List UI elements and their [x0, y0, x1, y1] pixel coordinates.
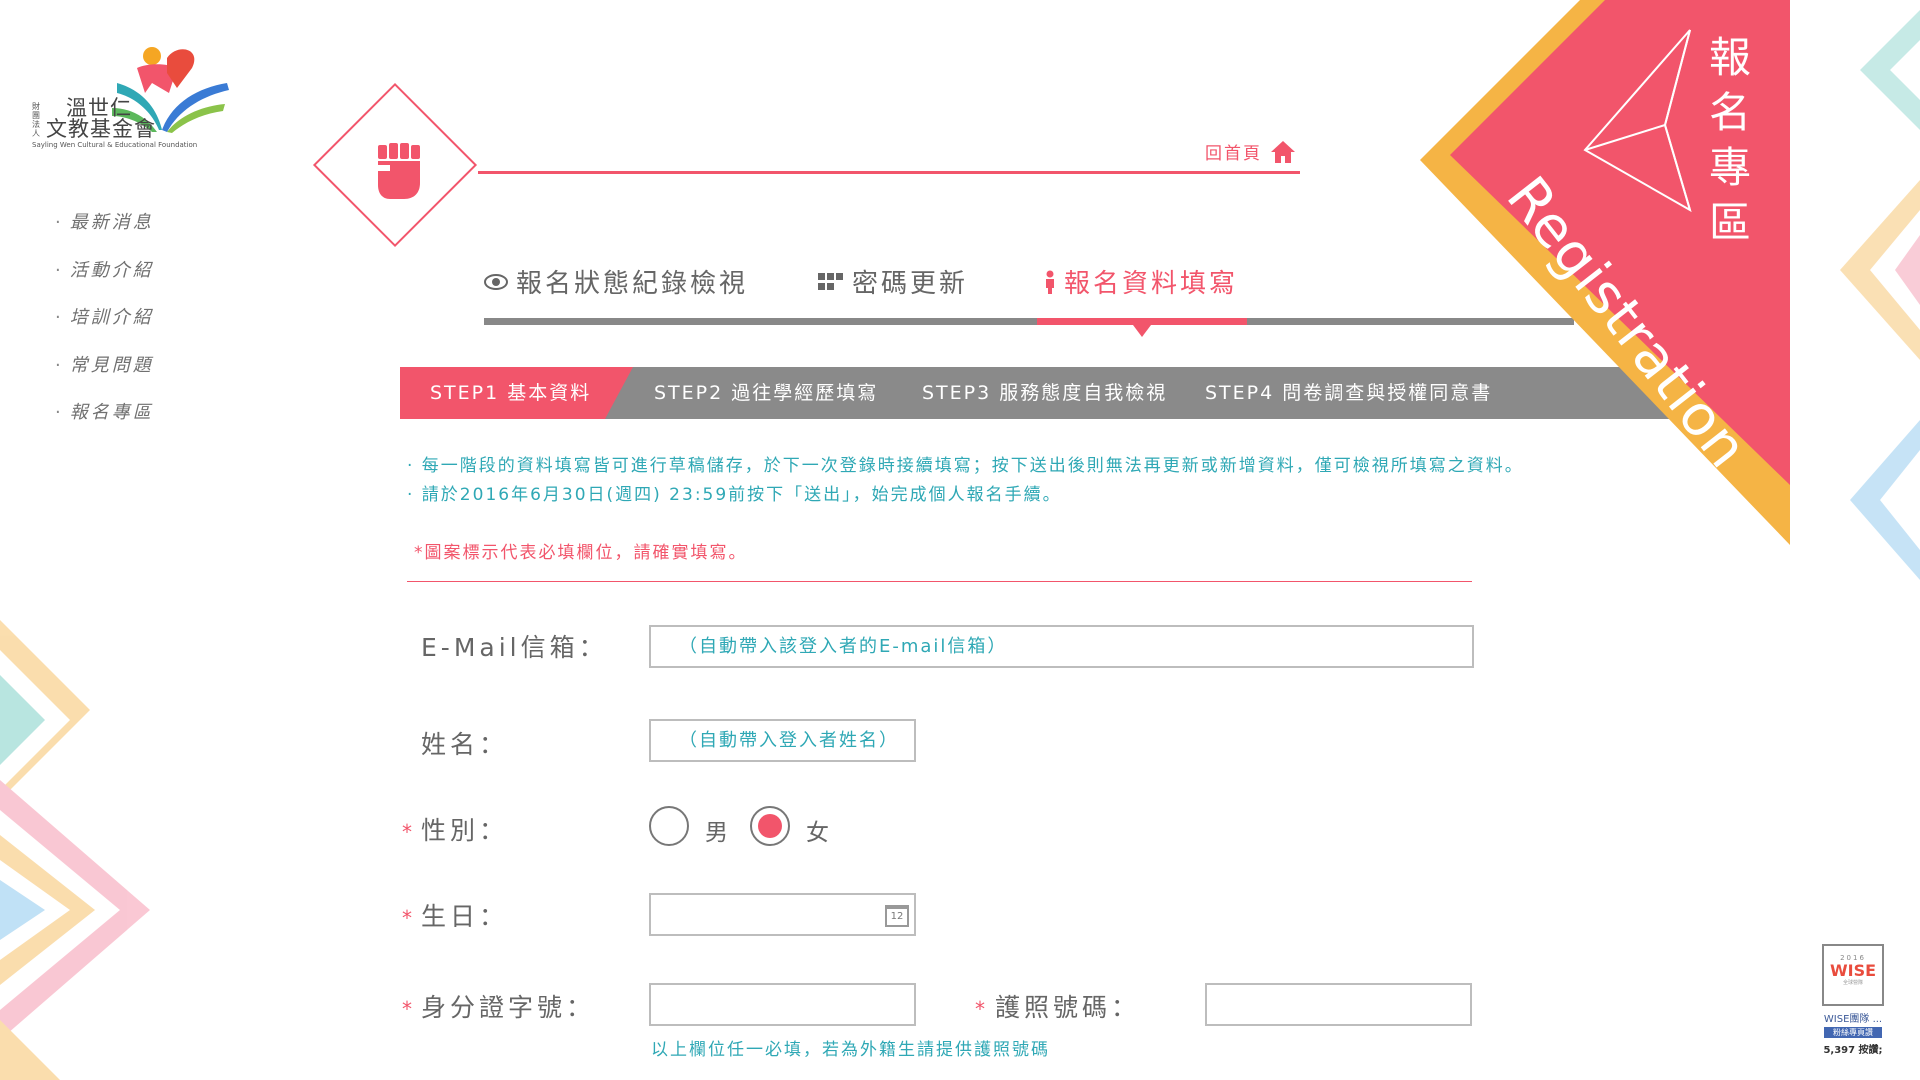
- logo-english-name: Sayling Wen Cultural & Educational Found…: [32, 141, 198, 149]
- widget-like-count: 5,397 按讚;: [1823, 1045, 1883, 1056]
- note-line: · 每一階段的資料填寫皆可進行草稿儲存，於下一次登錄時接續填寫；按下送出後則無法…: [407, 456, 1524, 476]
- logo-small-text: 財團法人: [32, 102, 40, 138]
- sidenav-item-activities[interactable]: · 活動介紹: [55, 256, 195, 304]
- required-star: *: [402, 820, 412, 844]
- name-field[interactable]: （自動帶入登入者姓名）: [649, 719, 916, 762]
- passport-label: 護照號碼：: [995, 993, 1141, 1022]
- sidenav-item-label: 最新消息: [69, 212, 154, 233]
- eye-icon: [484, 273, 508, 290]
- wise-logo-box: 2016 WISE 全球營隊: [1822, 944, 1884, 1006]
- grid-icon: [818, 272, 843, 290]
- step-2[interactable]: STEP2 過往學經歷填寫: [654, 367, 878, 419]
- required-star: *: [402, 997, 412, 1021]
- step-1[interactable]: STEP1 基本資料: [430, 367, 591, 419]
- decorative-left-pattern: [0, 620, 150, 1080]
- id-number-field[interactable]: [649, 983, 916, 1026]
- name-label: 姓名：: [421, 730, 509, 759]
- banner-title-char: 報: [1708, 33, 1751, 82]
- sidenav-item-label: 常見問題: [69, 354, 154, 376]
- sidenav-item-registration[interactable]: · 報名專區: [55, 398, 195, 446]
- foundation-logo[interactable]: 財團法人 溫世仁 文教基金會 Sayling Wen Cultural & Ed…: [32, 38, 232, 153]
- logo-name-line2: 文教基金會: [46, 117, 156, 141]
- note-line: · 請於2016年6月30日(週四) 23:59前按下「送出」，始完成個人報名手…: [407, 485, 1062, 505]
- email-label: E-Mail信箱：: [421, 633, 608, 662]
- instruction-notes: · 每一階段的資料填寫皆可進行草稿儲存，於下一次登錄時接續填寫；按下送出後則無法…: [407, 452, 1697, 510]
- gender-male-label: 男: [705, 820, 731, 846]
- tab-label: 報名資料填寫: [1064, 269, 1239, 299]
- sidenav-item-label: 活動介紹: [69, 259, 154, 281]
- fist-icon: [376, 143, 420, 199]
- main-tabs: 報名狀態紀錄檢視 密碼更新 報名資料填寫: [484, 263, 1574, 323]
- birthday-field[interactable]: [649, 893, 916, 936]
- tab-password-update[interactable]: 密碼更新: [818, 263, 968, 300]
- home-link-label: 回首頁: [1205, 144, 1262, 164]
- birthday-label: 生日：: [421, 902, 509, 931]
- sidenav-item-label: 培訓介紹: [69, 307, 154, 328]
- decorative-right-pattern: [1840, 10, 1920, 580]
- banner-title-char: 名: [1708, 88, 1751, 137]
- sidenav-item-news[interactable]: · 最新消息: [55, 208, 195, 256]
- logo-name-line1: 溫世仁: [66, 96, 132, 120]
- side-navigation: · 最新消息 · 活動介紹 · 培訓介紹 · 常見問題 · 報名專區: [55, 208, 195, 446]
- tabs-active-indicator: [1037, 318, 1247, 325]
- id-number-label: 身分證字號：: [421, 993, 596, 1022]
- tab-status-view[interactable]: 報名狀態紀錄檢視: [484, 263, 748, 300]
- widget-page-name[interactable]: WISE團隊 ...: [1818, 1010, 1888, 1025]
- gender-female-radio[interactable]: [750, 806, 790, 846]
- gender-label: 性別：: [421, 816, 509, 845]
- wise-logo: WISE: [1829, 961, 1877, 980]
- widget-sub: 全球營隊: [1842, 980, 1863, 986]
- banner-title-char: 專: [1708, 143, 1751, 192]
- header-line: [478, 171, 1300, 174]
- person-icon: [1046, 270, 1054, 294]
- step-bar: STEP1 基本資料 STEP2 過往學經歷填寫 STEP3 服務態度自我檢視 …: [400, 367, 1680, 419]
- required-note: *圖案標示代表必填欄位，請確實填寫。: [414, 543, 748, 563]
- tabs-active-caret: [1133, 325, 1151, 337]
- facebook-like-button[interactable]: 粉絲專頁讚: [1824, 1027, 1882, 1038]
- email-field[interactable]: （自動帶入該登入者的E-mail信箱）: [649, 625, 1474, 668]
- sidenav-item-label: 報名專區: [69, 402, 154, 423]
- banner-title: 報 名 專 區: [1705, 30, 1755, 250]
- tabs-underline: [484, 318, 1574, 325]
- gender-female-label: 女: [806, 820, 832, 846]
- logo-name: 溫世仁 文教基金會: [46, 98, 156, 140]
- step-4[interactable]: STEP4 問卷調查與授權同意書: [1205, 367, 1492, 419]
- widget-year: 2016: [1840, 954, 1866, 962]
- home-icon: [1271, 140, 1295, 163]
- tab-label: 報名狀態紀錄檢視: [516, 269, 749, 299]
- tab-label: 密碼更新: [852, 269, 969, 299]
- tab-registration-form[interactable]: 報名資料填寫: [1044, 263, 1238, 300]
- passport-field[interactable]: [1205, 983, 1472, 1026]
- id-passport-hint: 以上欄位任一必填，若為外籍生請提供護照號碼: [651, 1040, 1050, 1060]
- step-3[interactable]: STEP3 服務態度自我檢視: [922, 367, 1167, 419]
- required-star: *: [402, 906, 412, 930]
- sidenav-item-faq[interactable]: · 常見問題: [55, 351, 195, 399]
- facebook-page-widget[interactable]: 2016 WISE 全球營隊 WISE團隊 ... 粉絲專頁讚 5,397 按讚…: [1818, 944, 1888, 1056]
- step-active-tip: [605, 367, 633, 419]
- required-star: *: [975, 997, 985, 1021]
- calendar-icon[interactable]: 12: [885, 905, 909, 927]
- gender-male-radio[interactable]: [649, 806, 689, 846]
- sidenav-item-training[interactable]: · 培訓介紹: [55, 303, 195, 351]
- form-divider: [407, 581, 1472, 582]
- banner-title-char: 區: [1708, 198, 1751, 247]
- home-link[interactable]: 回首頁: [1205, 139, 1296, 164]
